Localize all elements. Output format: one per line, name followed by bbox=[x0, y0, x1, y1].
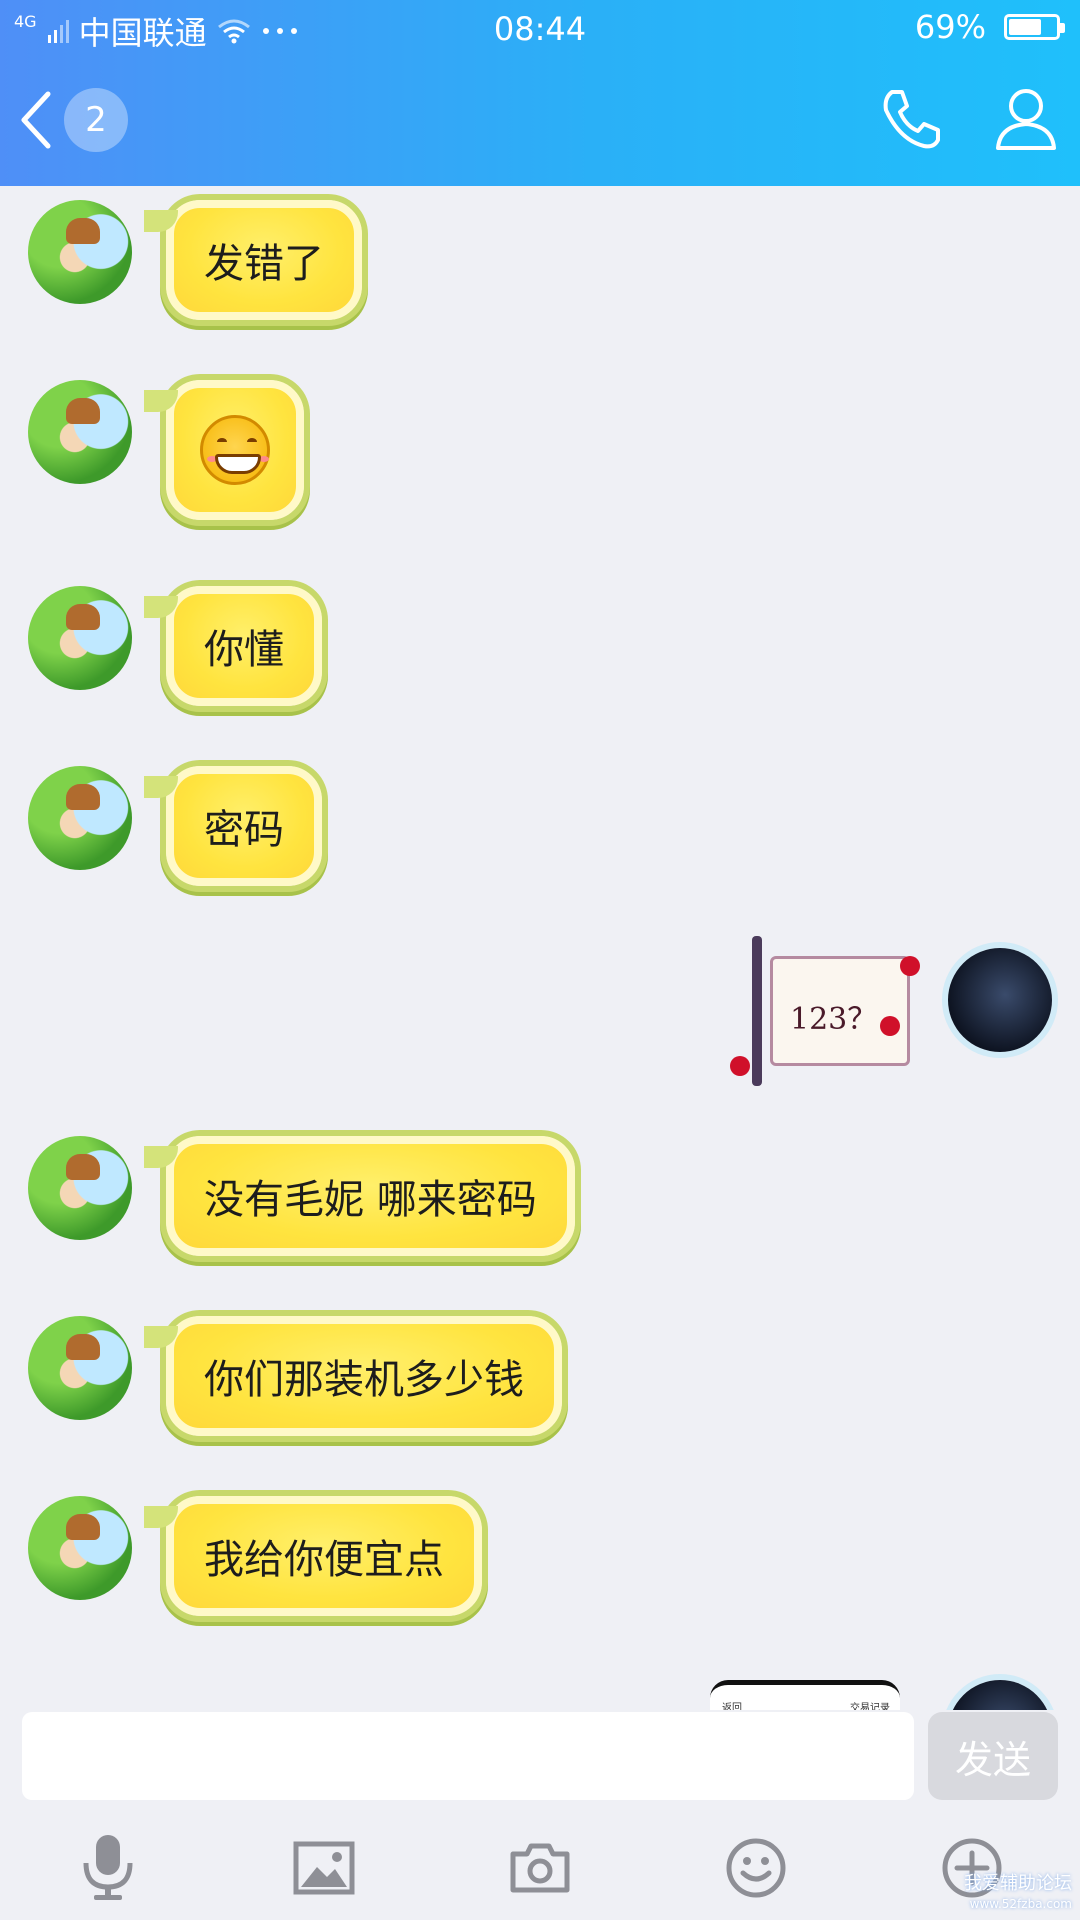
watermark-title: 我爱辅助论坛 bbox=[964, 1873, 1072, 1894]
battery-icon bbox=[1004, 14, 1065, 40]
watermark: 我爱辅助论坛 www.52fzba.com bbox=[964, 1874, 1072, 1914]
battery-level bbox=[1009, 19, 1041, 35]
image-icon bbox=[293, 1841, 355, 1895]
message-list[interactable]: 发错了 你懂 密码 123？ 没有毛妮 哪来密码 你们那装机多少钱 我给你便宜点… bbox=[0, 186, 1080, 1710]
sword-decoration bbox=[752, 936, 762, 1086]
contact-avatar[interactable] bbox=[28, 586, 132, 690]
sticker-message[interactable]: 123？ bbox=[730, 936, 930, 1086]
emoji-bubble[interactable] bbox=[144, 380, 304, 520]
camera-icon bbox=[510, 1843, 570, 1893]
header-actions bbox=[878, 86, 1058, 152]
composer-bar: 发送 我爱辅助论坛 www.52fzba.com bbox=[0, 1710, 1080, 1920]
profile-icon[interactable] bbox=[994, 86, 1058, 152]
contact-avatar[interactable] bbox=[28, 1496, 132, 1600]
image-message[interactable]: 返回 交易记录 bbox=[710, 1680, 900, 1710]
rose-decoration bbox=[730, 1056, 750, 1076]
grin-emoji-icon bbox=[200, 415, 270, 485]
contact-avatar[interactable] bbox=[28, 1136, 132, 1240]
text-bubble[interactable]: 你懂 bbox=[144, 586, 322, 706]
emoji-button[interactable] bbox=[716, 1828, 796, 1908]
text-bubble[interactable]: 我给你便宜点 bbox=[144, 1496, 482, 1616]
contact-avatar[interactable] bbox=[28, 380, 132, 484]
contact-avatar[interactable] bbox=[28, 1316, 132, 1420]
battery-percent: 69% bbox=[914, 8, 986, 46]
emoji-icon bbox=[726, 1838, 786, 1898]
phone-call-icon[interactable] bbox=[878, 86, 944, 152]
rose-decoration bbox=[880, 1016, 900, 1036]
voice-button[interactable] bbox=[68, 1828, 148, 1908]
watermark-url: www.52fzba.com bbox=[969, 1897, 1072, 1911]
unread-count-badge[interactable]: 2 bbox=[64, 88, 128, 152]
chevron-left-icon bbox=[21, 91, 51, 149]
contact-avatar[interactable] bbox=[28, 766, 132, 870]
microphone-icon bbox=[83, 1835, 133, 1900]
rose-decoration bbox=[900, 956, 920, 976]
photo-button[interactable] bbox=[284, 1828, 364, 1908]
text-bubble[interactable]: 发错了 bbox=[144, 200, 362, 320]
message-input[interactable] bbox=[22, 1712, 914, 1800]
contact-avatar[interactable] bbox=[28, 200, 132, 304]
text-bubble[interactable]: 没有毛妮 哪来密码 bbox=[144, 1136, 575, 1256]
my-avatar[interactable] bbox=[948, 1680, 1052, 1710]
chat-header: 2 bbox=[0, 58, 1080, 186]
status-right: 69% bbox=[914, 8, 1065, 46]
top-bar: 4G 中国联通 08:44 69% 2 bbox=[0, 0, 1080, 186]
my-avatar[interactable] bbox=[948, 948, 1052, 1052]
sticker-text: 123？ bbox=[790, 1002, 878, 1037]
thumb-left-text: 返回 bbox=[722, 1703, 742, 1710]
thumb-right-text: 交易记录 bbox=[850, 1703, 890, 1710]
camera-button[interactable] bbox=[500, 1828, 580, 1908]
composer-toolbar bbox=[0, 1828, 1080, 1912]
status-bar: 4G 中国联通 08:44 69% bbox=[0, 0, 1080, 58]
send-button[interactable]: 发送 bbox=[928, 1712, 1058, 1800]
text-bubble[interactable]: 密码 bbox=[144, 766, 322, 886]
text-bubble[interactable]: 你们那装机多少钱 bbox=[144, 1316, 562, 1436]
